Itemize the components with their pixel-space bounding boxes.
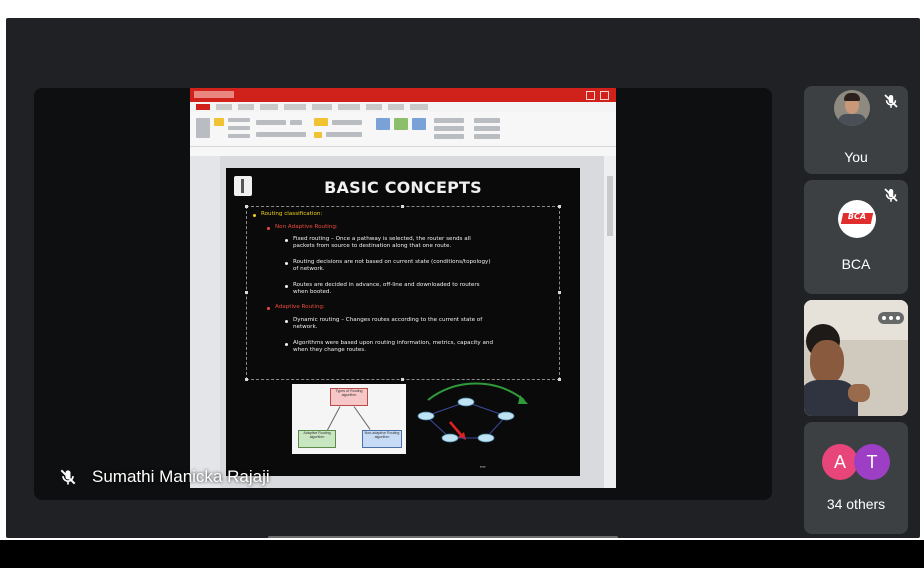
slide: BASIC CONCEPTS Routing classification: N… [226,168,580,476]
slide-line: when they change routes. [293,347,366,353]
ppt-ribbon [190,112,616,157]
slide-title: BASIC CONCEPTS [324,178,482,197]
you-avatar [834,90,870,126]
slide-line: packets from source to destination along… [293,243,452,249]
participant-tile-others[interactable]: A T 34 others [804,422,908,534]
scroll-indicator [268,536,618,538]
participant-tile-bca[interactable]: BCA BCA [804,180,908,294]
bca-avatar: BCA [838,200,876,238]
participant-tile-you[interactable]: You [804,86,908,174]
diagram-node-top: Types of Routing algorithm [330,388,368,406]
slide-line: when booted. [293,289,332,295]
slide-line: Algorithms were based upon routing infor… [293,340,494,346]
others-count-label: 34 others [826,496,886,512]
meet-call-screen: BASIC CONCEPTS Routing classification: N… [6,18,920,538]
slide-textbox: Routing classification: Non Adaptive Rou… [245,205,561,381]
others-avatar-t: T [854,444,890,480]
participant-tile-camera[interactable] [804,300,908,416]
more-options-icon[interactable] [878,312,904,324]
mic-off-icon [60,469,76,485]
you-label: You [844,149,868,165]
shared-powerpoint-window: BASIC CONCEPTS Routing classification: N… [190,88,616,488]
adaptive-label: Adaptive Routing: [275,304,325,310]
ppt-ribbon-tabs [190,102,616,112]
slide-line: Routing decisions are not based on curre… [293,259,491,265]
bca-label: BCA [841,256,871,272]
slide-footer: ▪▪▪▪ [480,464,486,469]
participant-video [810,340,844,384]
ppt-workspace: BASIC CONCEPTS Routing classification: N… [190,156,616,488]
ppt-title-bar [190,88,616,102]
network-router-diagram [417,382,528,443]
slide-line: of network. [293,266,325,272]
bca-logo-text: BCA [847,212,867,221]
mic-off-icon [884,94,898,108]
slide-heading: Routing classification: [261,211,323,217]
slide-line: Fixed routing – Once a pathway is select… [293,236,471,242]
diagram-node-right: Non-adaptive Routing algorithm [362,430,402,448]
mic-off-icon [884,188,898,202]
slide-line: network. [293,324,318,330]
bottom-bar [0,540,924,568]
slide-line: Dynamic routing – Changes routes accordi… [293,317,483,323]
routing-types-diagram: Types of Routing algorithm Adaptive Rout… [292,384,406,454]
others-avatar-a: A [822,444,858,480]
slide-line: Routes are decided in advance, off-line … [293,282,480,288]
presenter-name: Sumathi Manicka Rajaji [92,467,270,486]
presentation-tile[interactable]: BASIC CONCEPTS Routing classification: N… [34,88,772,500]
non-adaptive-label: Non Adaptive Routing: [275,224,338,230]
diagram-node-left: Adaptive Routing algorithm [298,430,336,448]
